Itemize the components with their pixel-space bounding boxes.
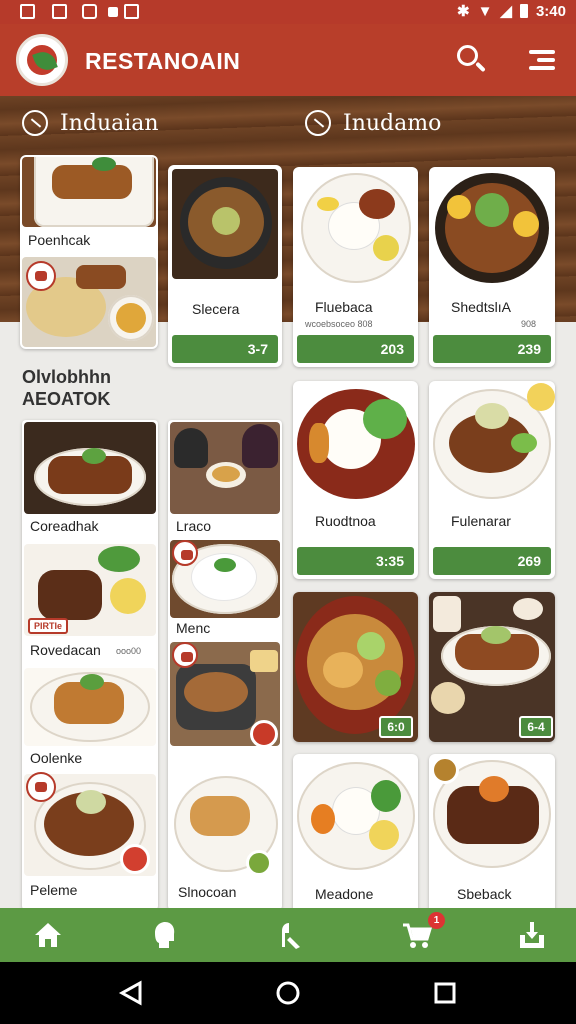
notification-icon xyxy=(20,4,35,19)
wifi-icon: ▼ xyxy=(477,2,493,20)
food-name: Sbeback xyxy=(457,886,512,902)
food-name: Poenhcak xyxy=(28,232,91,248)
food-name[interactable]: Oolenke xyxy=(30,750,82,766)
food-card[interactable]: Fulenarar 269 xyxy=(429,381,555,579)
system-navigation-bar xyxy=(0,962,576,1024)
chef-badge-icon xyxy=(26,772,56,802)
home-circle-icon[interactable] xyxy=(275,980,301,1006)
battery-icon xyxy=(519,4,528,18)
food-card[interactable]: Sbeback xyxy=(429,754,555,914)
category-label: Induaian xyxy=(60,110,159,136)
food-photo xyxy=(22,157,156,227)
food-name[interactable]: Coreadhak xyxy=(30,518,99,534)
search-icon xyxy=(457,45,478,66)
food-description: 908 xyxy=(521,319,537,329)
chef-head-icon xyxy=(155,922,175,948)
food-card[interactable]: Ruodtnoa 3:35 xyxy=(293,381,418,579)
food-name[interactable]: Peleme xyxy=(30,882,77,898)
food-card[interactable]: Meadone xyxy=(293,754,418,914)
nav-chef-button[interactable] xyxy=(128,908,198,962)
section-title-line: AEOATOK xyxy=(22,389,111,409)
search-button[interactable] xyxy=(450,40,490,80)
special-tag: PIRTIe xyxy=(28,618,69,634)
food-card[interactable]: Fluebaca wcoebsoceo 808 203 xyxy=(293,167,418,367)
mail-icon xyxy=(124,4,139,19)
chef-badge-icon xyxy=(172,540,198,566)
food-name: Slecera xyxy=(192,301,240,317)
price-button[interactable]: 269 xyxy=(433,547,551,575)
notification-icon xyxy=(82,4,97,19)
food-description: ooo00 xyxy=(116,646,142,656)
food-card[interactable]: 6:0 xyxy=(293,592,418,742)
status-bar: ✱ ▼ ◢ 3:40 xyxy=(0,0,576,24)
cart-count-badge: 1 xyxy=(428,912,445,929)
price-button[interactable]: 3:35 xyxy=(297,547,414,575)
chef-badge-icon xyxy=(26,261,56,291)
food-card[interactable]: Slecera 3-7 xyxy=(168,165,282,367)
utensils-icon xyxy=(282,923,300,949)
food-card[interactable]: ShedtslıA 908 239 xyxy=(429,167,555,367)
section-title: Olvlobhhn AEOATOK xyxy=(22,366,111,410)
food-photo xyxy=(172,169,278,279)
food-name: Meadone xyxy=(315,886,374,902)
food-name: ShedtslıA xyxy=(451,299,511,315)
food-name[interactable]: Rovedacan xyxy=(30,642,101,658)
menu-button[interactable] xyxy=(522,42,562,78)
price-button[interactable]: 6:0 xyxy=(379,716,413,738)
dish-icon xyxy=(22,110,48,136)
recents-icon[interactable] xyxy=(432,980,458,1006)
food-name: Ruodtnoa xyxy=(315,513,376,529)
chef-badge-icon xyxy=(172,642,198,668)
app-bar: RESTANOAIN xyxy=(0,24,576,96)
food-photo xyxy=(24,422,156,514)
food-name: Fluebaca xyxy=(315,299,373,315)
food-name[interactable]: Menc xyxy=(176,620,210,636)
food-name: Fulenarar xyxy=(451,513,511,529)
home-icon xyxy=(35,923,61,947)
menu-icon xyxy=(529,50,555,54)
price-button[interactable]: 203 xyxy=(297,335,414,363)
section-title-line: Olvlobhhn xyxy=(22,367,111,387)
price-button[interactable]: 3-7 xyxy=(172,335,278,363)
download-box-icon xyxy=(520,922,544,948)
food-list-column: Lraco Menc Slnocoan xyxy=(168,420,282,910)
image-icon xyxy=(52,4,67,19)
clock: 3:40 xyxy=(535,2,566,20)
category-tab-1[interactable]: Induaian xyxy=(22,110,159,136)
price-button[interactable]: 6-4 xyxy=(519,716,553,738)
bottom-navigation xyxy=(0,908,576,962)
back-icon[interactable] xyxy=(118,980,144,1006)
bluetooth-icon: ✱ xyxy=(456,3,470,20)
signal-icon: ◢ xyxy=(500,3,512,20)
price-button[interactable]: 239 xyxy=(433,335,551,363)
food-photo xyxy=(24,668,156,746)
nav-home-button[interactable] xyxy=(13,908,83,962)
dish-icon xyxy=(305,110,331,136)
food-description: wcoebsoceo 808 xyxy=(305,319,373,329)
restaurant-logo[interactable] xyxy=(16,34,68,86)
dot-icon xyxy=(108,7,118,17)
app-title: RESTANOAIN xyxy=(85,48,241,74)
food-card[interactable]: 6-4 xyxy=(429,592,555,742)
food-name[interactable]: Slnocoan xyxy=(178,884,236,900)
nav-profile-button[interactable] xyxy=(497,908,567,962)
category-tab-2[interactable]: Inudamo xyxy=(305,110,441,136)
food-photo xyxy=(170,422,280,514)
nav-tools-button[interactable] xyxy=(253,908,323,962)
food-list-column: Coreadhak PIRTIe Rovedacan ooo00 Oolenke… xyxy=(22,420,158,910)
category-label: Inudamo xyxy=(343,110,442,136)
food-card[interactable]: Poenhcak xyxy=(20,155,158,349)
food-name[interactable]: Lraco xyxy=(176,518,211,534)
